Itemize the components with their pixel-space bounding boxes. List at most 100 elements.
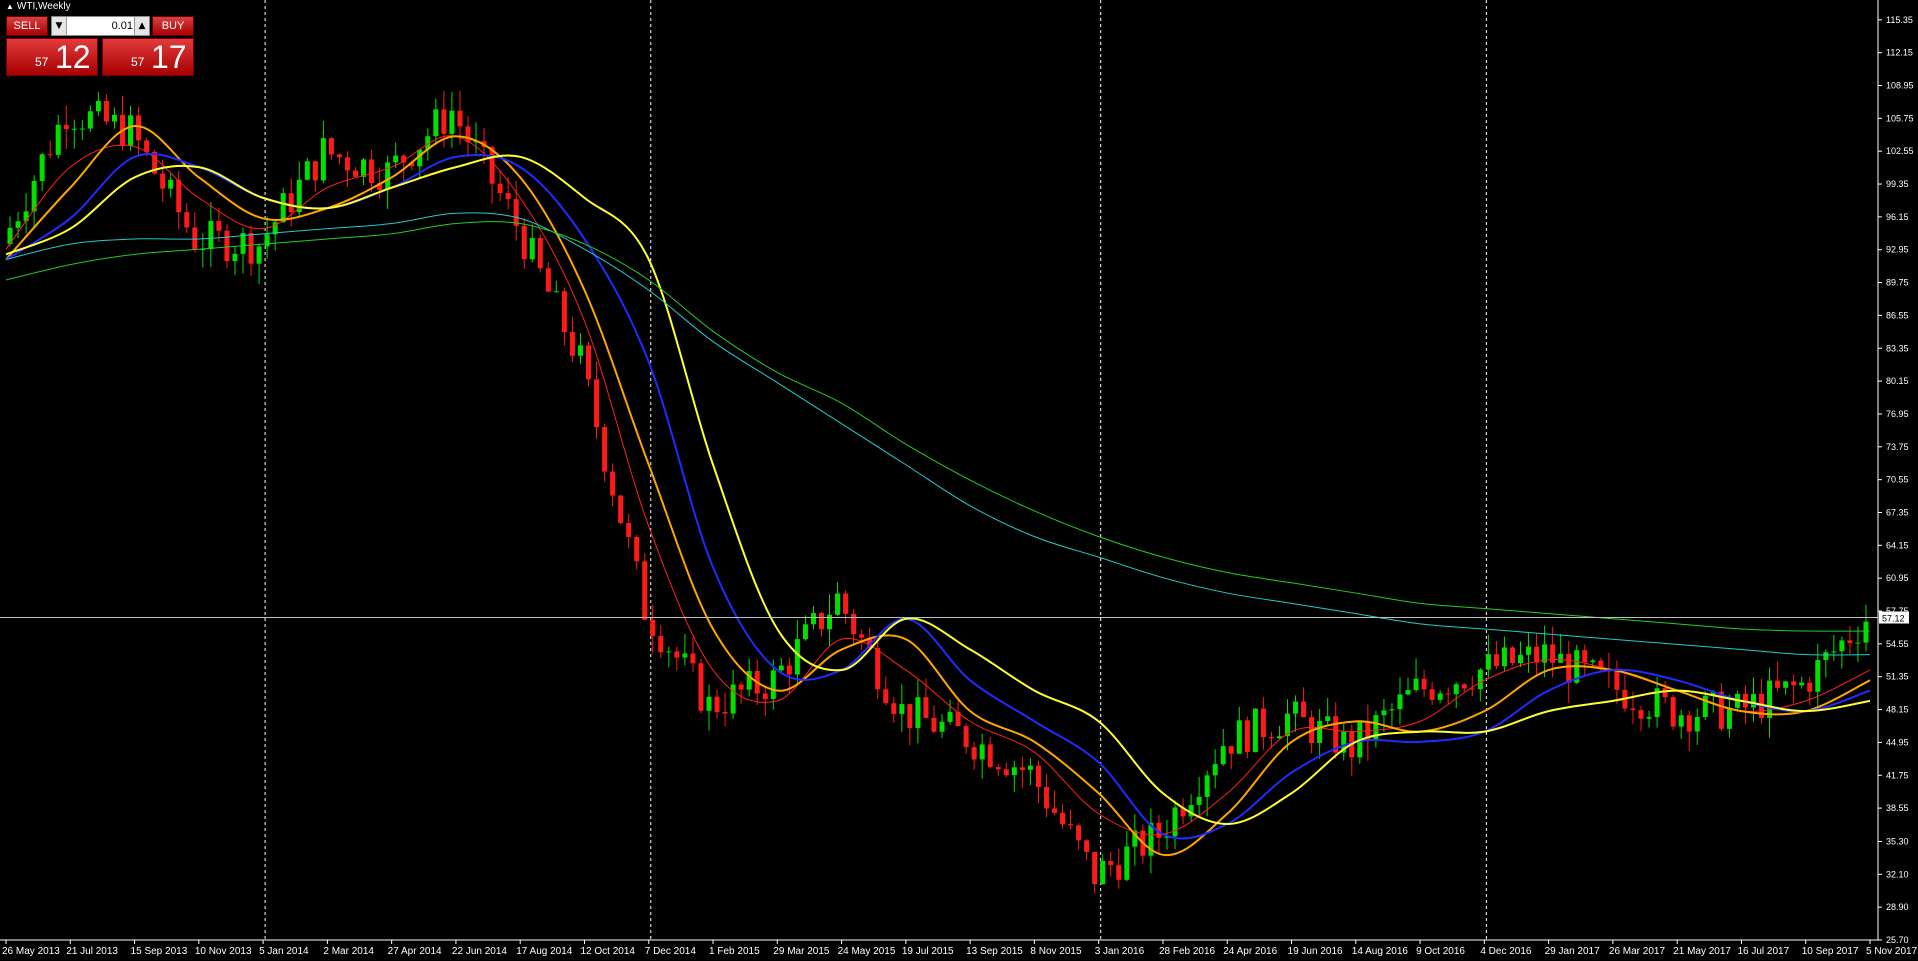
candle-body: [168, 179, 174, 189]
candles: [7, 90, 1869, 894]
candle-body: [658, 635, 664, 653]
time-tick-label: 1 Feb 2015: [709, 946, 760, 957]
candle-body: [71, 128, 77, 130]
candle: [521, 218, 527, 269]
time-tick-label: 13 Sep 2015: [966, 946, 1023, 957]
lot-size-stepper[interactable]: ▼ 0.01 ▲: [51, 16, 150, 36]
candle: [618, 494, 624, 525]
time-tick-label: 4 Dec 2016: [1480, 946, 1532, 957]
candle-body: [1767, 680, 1773, 718]
ma-line-teal: [5, 212, 1871, 656]
candle: [1116, 849, 1122, 889]
candle-body: [1775, 680, 1781, 688]
candle-body: [577, 345, 583, 356]
candle-body: [971, 747, 977, 760]
candle: [1389, 703, 1395, 728]
candle: [1807, 676, 1813, 705]
candle-body: [698, 663, 704, 711]
candle-body: [79, 128, 85, 130]
candle-body: [1084, 840, 1090, 852]
candle: [192, 212, 198, 253]
price-tick-label: 38.55: [1886, 803, 1909, 813]
time-tick-label: 5 Nov 2017: [1866, 946, 1918, 957]
candle-body: [738, 684, 744, 690]
price-tick-label: 25.70: [1886, 935, 1909, 945]
candle: [1252, 708, 1258, 753]
price-tick-label: 108.95: [1886, 80, 1914, 90]
candle: [1381, 698, 1387, 732]
candle-body: [618, 495, 624, 524]
candle-body: [674, 651, 680, 658]
candle: [1132, 814, 1138, 866]
lot-size-input[interactable]: 0.01: [68, 17, 133, 35]
candle-body: [15, 221, 21, 228]
candle-body: [1726, 707, 1732, 729]
candle-body: [1236, 720, 1242, 754]
candle-body: [1027, 765, 1033, 770]
price-tick-label: 35.30: [1886, 836, 1909, 846]
candle-body: [1638, 710, 1644, 719]
candle-body: [1011, 767, 1017, 776]
candle: [1196, 776, 1202, 818]
time-tick-label: 21 Jul 2013: [66, 946, 118, 957]
candle: [1260, 696, 1266, 750]
candle-body: [569, 332, 575, 356]
candle: [1775, 661, 1781, 692]
candle-body: [594, 379, 600, 428]
candle: [1027, 758, 1033, 786]
candle: [87, 105, 93, 133]
candle: [1558, 633, 1564, 663]
candle-body: [1220, 746, 1226, 765]
ma-line-orange: [5, 125, 1871, 856]
time-tick-label: 5 Jan 2014: [259, 946, 309, 957]
candle-body: [666, 651, 672, 653]
price-tick-label: 67.35: [1886, 507, 1909, 517]
candle-body: [1052, 808, 1057, 813]
candle: [1124, 830, 1130, 882]
price-chart[interactable]: 115.35 112.15 108.95 105.75 102.55 99.35 96.15…: [0, 0, 1918, 961]
candle: [594, 360, 600, 439]
candle-body: [1437, 693, 1443, 700]
candle: [184, 203, 190, 233]
sell-button[interactable]: SELL: [6, 16, 48, 36]
candle: [1742, 685, 1748, 724]
candle: [642, 553, 648, 621]
candle: [963, 723, 969, 754]
price-tick-label: 76.95: [1886, 409, 1909, 419]
candle-body: [55, 124, 61, 155]
candle: [1501, 636, 1507, 672]
candle: [1526, 632, 1532, 673]
year-separators: [264, 0, 1487, 940]
ma-line-blue: [5, 152, 1871, 840]
candle-body: [995, 767, 1001, 770]
collapse-triangle-icon[interactable]: ▲: [6, 2, 14, 11]
candle-body: [1614, 671, 1620, 690]
time-tick-label: 26 Mar 2017: [1609, 946, 1666, 957]
candle: [1485, 634, 1491, 678]
candle: [682, 634, 688, 666]
candle-body: [1413, 678, 1419, 690]
lot-up-arrow-icon[interactable]: ▲: [134, 17, 149, 35]
candle-body: [280, 193, 286, 223]
candle-body: [1590, 660, 1596, 663]
candle: [256, 244, 262, 285]
candle-body: [979, 744, 985, 760]
candle: [120, 95, 125, 151]
candle: [738, 681, 744, 705]
candle-body: [176, 179, 182, 213]
candle: [891, 696, 897, 723]
lot-down-arrow-icon[interactable]: ▼: [52, 17, 67, 35]
candle: [899, 684, 905, 732]
buy-price-quote[interactable]: 57 17: [102, 38, 194, 76]
candle: [561, 287, 567, 346]
sell-price-quote[interactable]: 57 12: [6, 38, 98, 76]
time-tick-label: 24 May 2015: [838, 946, 896, 957]
candle-body: [449, 110, 455, 134]
candle: [1726, 694, 1732, 738]
time-tick-label: 17 Aug 2014: [516, 946, 573, 957]
candle: [1349, 724, 1355, 777]
buy-button[interactable]: BUY: [152, 16, 194, 36]
candle: [79, 119, 85, 141]
candle-body: [537, 238, 543, 269]
candle: [819, 612, 824, 637]
